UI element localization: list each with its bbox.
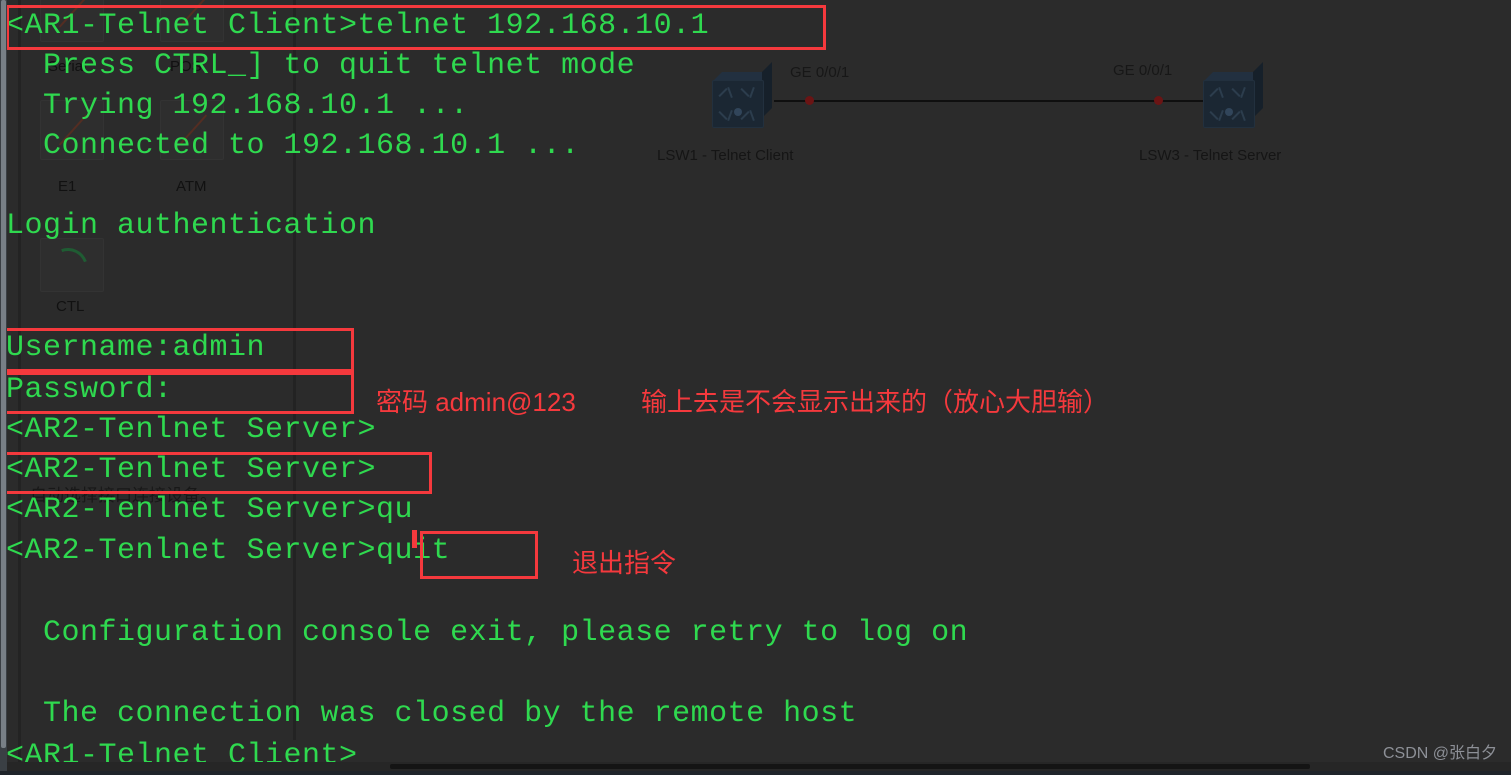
annotation-layer: 密码 admin@123 输上去是不会显示出来的（放心大胆输） 退出指令 [0,0,1511,775]
watermark: CSDN @张白夕 [1382,745,1497,762]
annotation-password-note: 密码 admin@123 [376,387,576,417]
highlight-box-prompt [2,452,432,494]
caret-marker [412,530,417,548]
highlight-box-username [4,328,354,372]
highlight-box-password [2,372,354,414]
highlight-box-quit [420,531,538,579]
annotation-hidden-input-note: 输上去是不会显示出来的（放心大胆输） [641,387,1110,417]
horizontal-scrollbar-thumb[interactable] [390,764,1310,769]
bottom-strip [0,771,1511,775]
ensp-telnet-screenshot: Serial POS E1 ATM CTL 自动选择接口连接设备。 GE 0/0… [0,0,1511,775]
highlight-box-telnet-command [6,5,826,50]
vertical-scrollbar-thumb[interactable] [1,0,6,748]
annotation-quit-note: 退出指令 [572,548,677,578]
